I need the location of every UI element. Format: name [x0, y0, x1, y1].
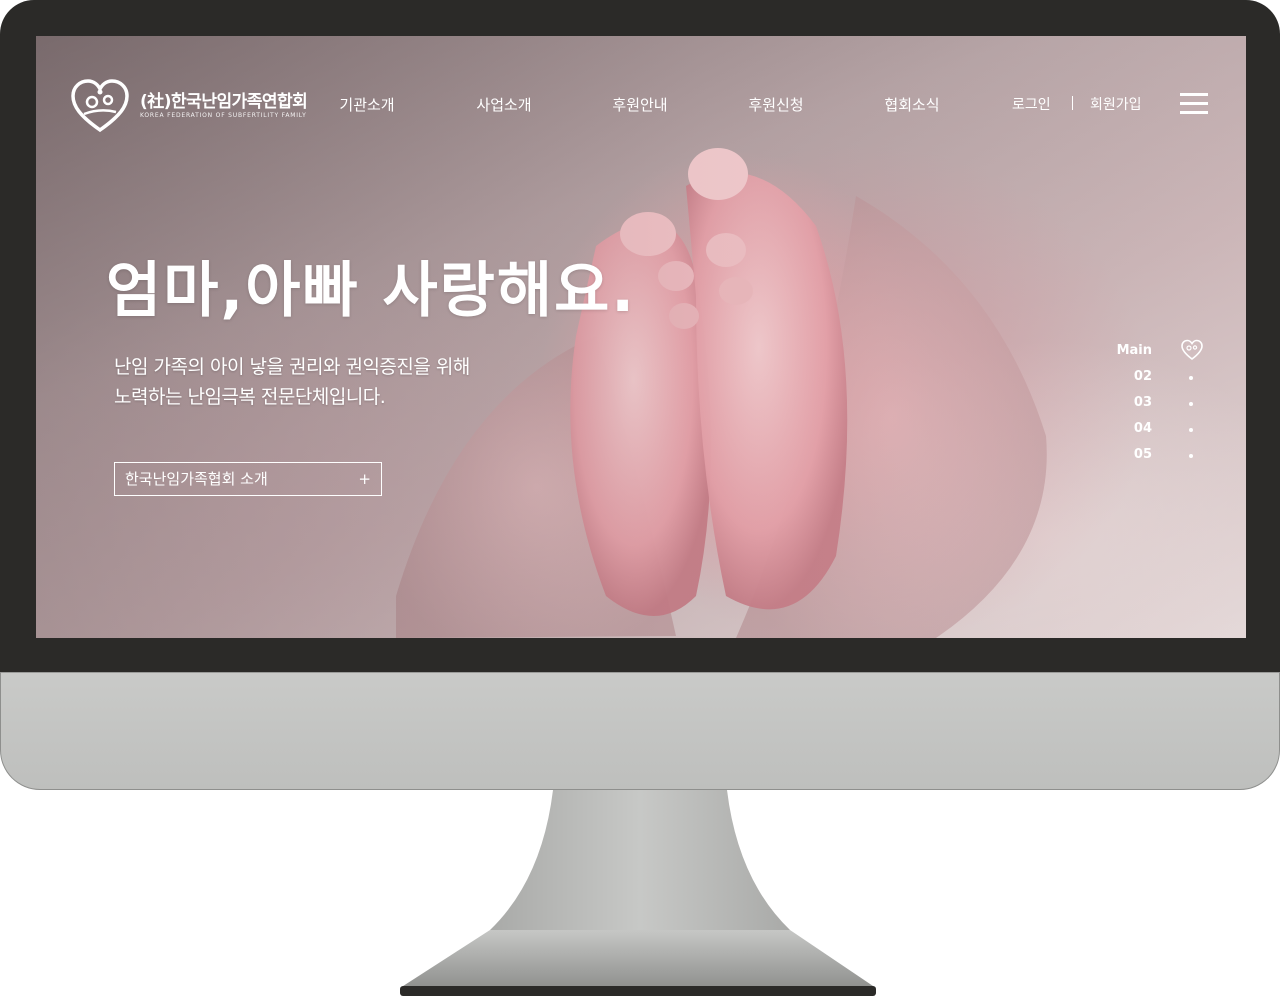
main-navigation: 기관소개 사업소개 후원안내 후원신청 협회소식	[36, 94, 1246, 114]
pager-dot	[1189, 428, 1193, 432]
join-link[interactable]: 회원가입	[1090, 94, 1142, 114]
nav-item-business[interactable]: 사업소개	[476, 94, 531, 115]
pager-label: Main	[1116, 343, 1152, 358]
pager-label: 02	[1133, 369, 1152, 384]
pager-item-04[interactable]: 04	[1106, 421, 1216, 441]
login-link[interactable]: 로그인	[1012, 94, 1051, 114]
pager-item-02[interactable]: 02	[1106, 369, 1216, 389]
plus-icon: +	[358, 470, 371, 488]
monitor-chin	[0, 672, 1280, 790]
pager-item-main[interactable]: Main	[1106, 339, 1216, 363]
nav-item-donation-info[interactable]: 후원안내	[612, 94, 667, 115]
pager-item-03[interactable]: 03	[1106, 395, 1216, 415]
nav-item-about[interactable]: 기관소개	[339, 94, 394, 115]
hero-title: 엄마,아빠 사랑해요.	[106, 256, 637, 326]
about-association-button[interactable]: 한국난임가족협회 소개 +	[114, 462, 382, 496]
nav-item-news[interactable]: 협회소식	[884, 94, 939, 115]
pager-dot	[1189, 454, 1193, 458]
hero-description-line-1: 난임 가족의 아이 낳을 권리와 권익증진을 위해	[114, 356, 470, 378]
pager-label: 04	[1133, 421, 1152, 436]
about-association-button-label: 한국난임가족협회 소개	[125, 470, 268, 488]
hero-description-line-2: 노력하는 난임극복 전문단체입니다.	[114, 386, 386, 408]
pager-label: 05	[1133, 447, 1152, 462]
nav-item-donation-apply[interactable]: 후원신청	[748, 94, 803, 115]
hero-description: 난임 가족의 아이 낳을 권리와 권익증진을 위해 노력하는 난임극복 전문단체…	[114, 352, 470, 412]
pager-item-05[interactable]: 05	[1106, 447, 1216, 467]
active-slide-heart-icon	[1181, 339, 1203, 361]
website-screen: (社)한국난임가족연합회 KOREA FEDERATION OF SUBFERT…	[36, 36, 1246, 638]
pager-label: 03	[1133, 395, 1152, 410]
pager-dot	[1189, 376, 1193, 380]
hamburger-menu-icon[interactable]	[1180, 93, 1208, 115]
pager-dot	[1189, 402, 1193, 406]
util-divider	[1072, 96, 1073, 110]
